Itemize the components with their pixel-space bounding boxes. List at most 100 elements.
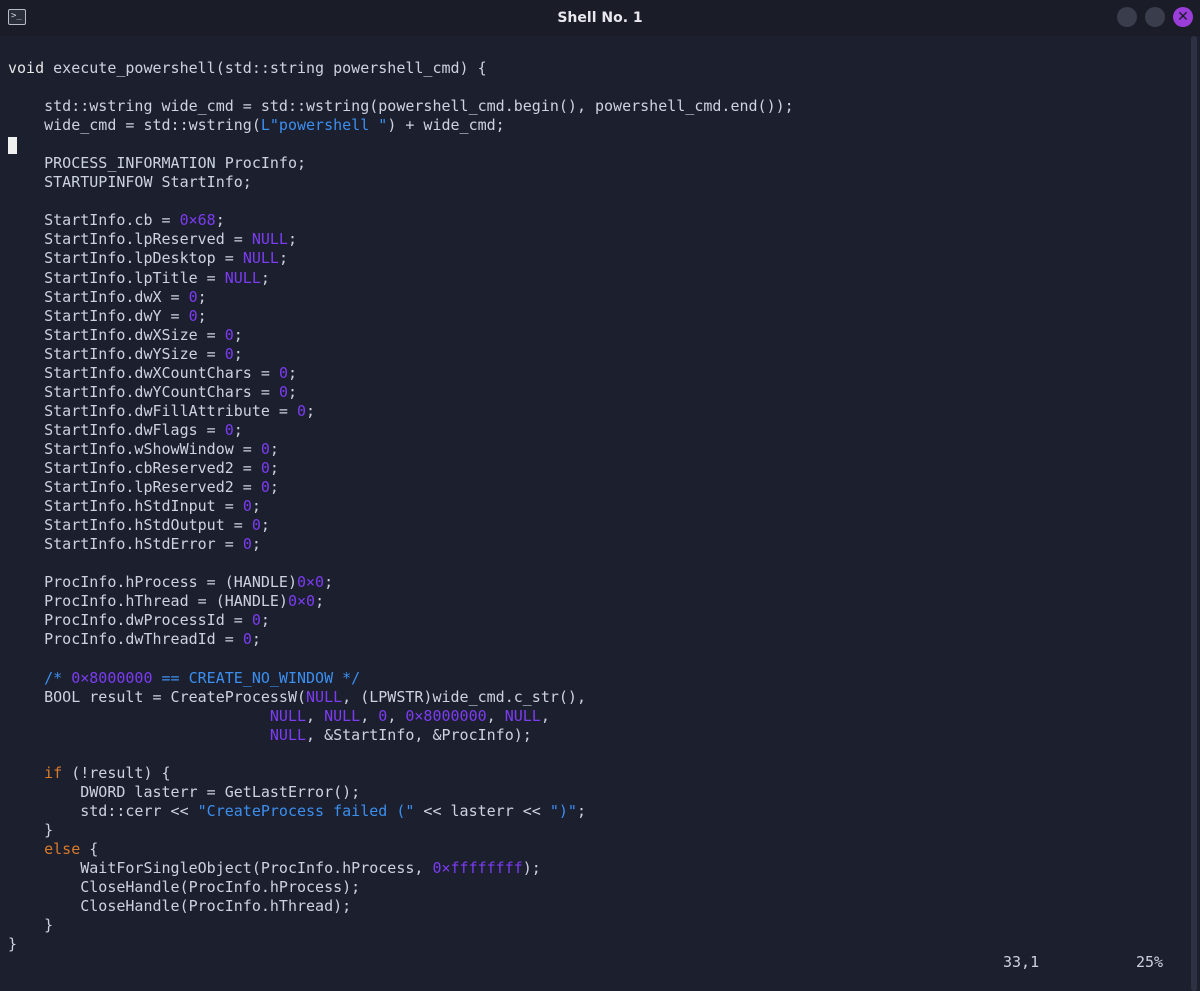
code-line[interactable]: StartInfo.dwYSize = 0;: [8, 345, 794, 364]
code-line[interactable]: [8, 78, 794, 97]
code-token: CloseHandle(ProcInfo.hThread);: [8, 897, 352, 916]
code-token: StartInfo.dwX =: [8, 287, 189, 306]
code-token: if: [44, 763, 63, 782]
code-line[interactable]: StartInfo.cb = 0×68;: [8, 211, 794, 230]
code-token: }: [8, 916, 54, 935]
code-line[interactable]: StartInfo.hStdOutput = 0;: [8, 516, 794, 535]
code-line[interactable]: [8, 649, 794, 668]
code-line[interactable]: StartInfo.dwFillAttribute = 0;: [8, 402, 794, 421]
code-token: , &StartInfo, &ProcInfo);: [306, 725, 532, 744]
scrollbar-thumb[interactable]: [1191, 36, 1197, 991]
code-token: 0: [260, 458, 270, 477]
code-token: DWORD lasterr = GetLastError();: [8, 782, 361, 801]
code-line[interactable]: CloseHandle(ProcInfo.hThread);: [8, 897, 794, 916]
code-token: 0: [251, 516, 261, 535]
code-token: 0×0: [287, 592, 316, 611]
code-line[interactable]: StartInfo.dwX = 0;: [8, 288, 794, 307]
code-line[interactable]: void execute_powershell(std::string powe…: [8, 59, 794, 78]
code-token: ;: [260, 611, 270, 630]
code-token: void: [8, 59, 45, 77]
code-token: NULL: [306, 687, 343, 706]
code-token: ;: [269, 439, 279, 458]
code-line[interactable]: ProcInfo.dwProcessId = 0;: [8, 611, 794, 630]
code-line[interactable]: StartInfo.lpTitle = NULL;: [8, 269, 794, 288]
code-line[interactable]: [8, 192, 794, 211]
code-line[interactable]: ProcInfo.hProcess = (HANDLE)0×0;: [8, 573, 794, 592]
code-token: ;: [315, 592, 325, 611]
code-token: 0×0: [296, 573, 325, 592]
code-token: StartInfo.lpTitle =: [8, 268, 225, 287]
code-line[interactable]: /* 0×8000000 == CREATE_NO_WINDOW */: [8, 669, 794, 688]
code-line[interactable]: wide_cmd = std::wstring(L"powershell ") …: [8, 116, 794, 135]
maximize-button[interactable]: [1145, 7, 1165, 27]
code-token: StartInfo.dwY =: [8, 306, 189, 325]
code-token: 0: [296, 401, 307, 420]
code-token: ;: [251, 630, 261, 649]
code-token: ProcInfo.hThread = (HANDLE): [8, 592, 288, 611]
code-line[interactable]: std::cerr << "CreateProcess failed (" <<…: [8, 802, 794, 821]
code-line[interactable]: StartInfo.hStdInput = 0;: [8, 497, 794, 516]
close-button[interactable]: ✕: [1173, 7, 1193, 27]
code-token: ;: [306, 401, 316, 420]
code-line[interactable]: DWORD lasterr = GetLastError();: [8, 783, 794, 802]
code-line[interactable]: }: [8, 821, 794, 840]
code-token: StartInfo.dwXSize =: [8, 325, 225, 344]
code-token: WaitForSingleObject(ProcInfo.hProcess,: [8, 858, 433, 877]
code-token: ,: [360, 706, 379, 725]
code-token: NULL: [242, 249, 279, 268]
code-line[interactable]: [8, 135, 794, 154]
code-token: NULL: [269, 706, 307, 725]
code-token: StartInfo.hStdError =: [8, 535, 243, 554]
code-token: );: [522, 858, 541, 877]
code-token: ")": [549, 801, 577, 820]
code-line[interactable]: ProcInfo.dwThreadId = 0;: [8, 630, 794, 649]
code-token: ,: [486, 706, 505, 725]
code-line[interactable]: StartInfo.dwFlags = 0;: [8, 421, 794, 440]
code-token: StartInfo.dwYCountChars =: [8, 382, 279, 401]
code-line[interactable]: else {: [8, 840, 794, 859]
code-line[interactable]: StartInfo.wShowWindow = 0;: [8, 440, 794, 459]
scrollbar[interactable]: [1188, 36, 1200, 991]
code-token: else: [44, 839, 81, 858]
code-line[interactable]: WaitForSingleObject(ProcInfo.hProcess, 0…: [8, 859, 794, 878]
code-token: 0×8000000: [405, 706, 487, 725]
code-editor[interactable]: void execute_powershell(std::string powe…: [8, 59, 794, 954]
code-token: 0: [242, 535, 252, 554]
code-line[interactable]: std::wstring wide_cmd = std::wstring(pow…: [8, 97, 794, 116]
title-bar[interactable]: >_ Shell No. 1 ✕: [0, 0, 1200, 36]
code-line[interactable]: StartInfo.lpReserved2 = 0;: [8, 478, 794, 497]
code-line[interactable]: }: [8, 916, 794, 935]
code-line[interactable]: [8, 554, 794, 573]
code-line[interactable]: StartInfo.dwYCountChars = 0;: [8, 383, 794, 402]
text-cursor: [8, 137, 17, 154]
code-line[interactable]: if (!result) {: [8, 764, 794, 783]
code-line[interactable]: }: [8, 935, 794, 954]
code-token: 0: [224, 325, 234, 344]
code-token: StartInfo.cbReserved2 =: [8, 458, 261, 477]
code-line[interactable]: StartInfo.dwXCountChars = 0;: [8, 364, 794, 383]
code-line[interactable]: STARTUPINFOW StartInfo;: [8, 173, 794, 192]
cursor-position: 33,1: [1003, 953, 1040, 971]
code-line[interactable]: StartInfo.dwY = 0;: [8, 307, 794, 326]
code-line[interactable]: StartInfo.cbReserved2 = 0;: [8, 459, 794, 478]
code-token: StartInfo.dwFlags =: [8, 420, 225, 439]
code-line[interactable]: StartInfo.hStdError = 0;: [8, 535, 794, 554]
code-token: 0: [260, 478, 270, 497]
code-line[interactable]: PROCESS_INFORMATION ProcInfo;: [8, 154, 794, 173]
code-token: ;: [233, 325, 243, 344]
code-token: ;: [251, 535, 261, 554]
minimize-button[interactable]: [1117, 7, 1137, 27]
code-line[interactable]: BOOL result = CreateProcessW(NULL, (LPWS…: [8, 688, 794, 707]
code-line[interactable]: StartInfo.lpReserved = NULL;: [8, 230, 794, 249]
code-line[interactable]: CloseHandle(ProcInfo.hProcess);: [8, 878, 794, 897]
code-line[interactable]: NULL, &StartInfo, &ProcInfo);: [8, 726, 794, 745]
code-line[interactable]: NULL, NULL, 0, 0×8000000, NULL,: [8, 707, 794, 726]
code-line[interactable]: [8, 745, 794, 764]
code-line[interactable]: StartInfo.dwXSize = 0;: [8, 326, 794, 345]
code-token: StartInfo.lpReserved2 =: [8, 478, 261, 497]
code-line[interactable]: ProcInfo.hThread = (HANDLE)0×0;: [8, 592, 794, 611]
code-token: wide_cmd = std::wstring(: [8, 116, 261, 135]
code-line[interactable]: StartInfo.lpDesktop = NULL;: [8, 249, 794, 268]
